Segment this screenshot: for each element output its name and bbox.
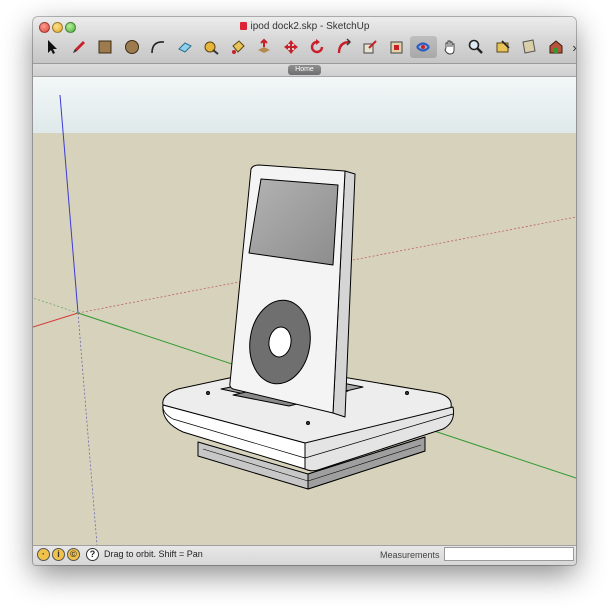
move-icon <box>283 40 298 54</box>
window-title-area: ipod dock2.skp - SketchUp <box>33 21 576 32</box>
push-pull-icon <box>258 38 271 53</box>
scene-tabs-bar: Home <box>33 64 576 77</box>
warehouse-icon <box>549 40 563 54</box>
model-canvas[interactable] <box>33 77 576 545</box>
screw <box>405 391 409 395</box>
follow-me-tool[interactable] <box>331 36 358 58</box>
paint-bucket-icon <box>231 40 245 54</box>
model-viewport[interactable] <box>33 77 576 545</box>
get-models-tool[interactable] <box>543 36 570 58</box>
geo-location-icon[interactable]: · <box>37 548 50 561</box>
scene-tab-home[interactable]: Home <box>288 65 321 75</box>
circle-icon <box>124 40 139 54</box>
screw <box>306 421 310 425</box>
status-bar: · i © ? Drag to orbit. Shift = Pan Measu… <box>33 545 576 565</box>
hand-icon <box>444 40 455 55</box>
tape-measure-tool[interactable] <box>198 36 225 58</box>
scale-tool[interactable] <box>357 36 384 58</box>
document-icon <box>239 22 247 30</box>
offset-tool[interactable] <box>384 36 411 58</box>
zoom-extents-tool[interactable] <box>490 36 517 58</box>
screw <box>206 391 210 395</box>
zoom-extents-icon <box>496 40 510 53</box>
copyright-icon[interactable]: © <box>67 548 80 561</box>
status-message: Drag to orbit. Shift = Pan <box>104 549 203 559</box>
sky <box>33 77 576 133</box>
rotate-tool[interactable] <box>304 36 331 58</box>
previous-view-tool[interactable] <box>516 36 543 58</box>
circle-tool[interactable] <box>119 36 146 58</box>
move-tool[interactable] <box>278 36 305 58</box>
rotate-icon <box>311 39 324 54</box>
help-icon[interactable]: ? <box>86 548 99 561</box>
select-tool[interactable] <box>39 36 66 58</box>
window-title: ipod dock2.skp - SketchUp <box>250 21 370 32</box>
zoom-tool[interactable] <box>463 36 490 58</box>
pan-tool[interactable] <box>437 36 464 58</box>
rectangle-icon <box>98 40 112 54</box>
magnifier-icon <box>468 39 484 54</box>
main-toolbar: » <box>39 35 576 59</box>
previous-view-icon <box>522 39 536 54</box>
arrow-icon <box>48 40 58 54</box>
measurements-field[interactable] <box>444 547 574 561</box>
ipod-screen <box>248 178 339 266</box>
offset-icon <box>390 41 403 54</box>
rectangle-tool[interactable] <box>92 36 119 58</box>
paint-bucket-tool[interactable] <box>225 36 252 58</box>
eraser-icon <box>177 42 192 53</box>
orbit-tool[interactable] <box>410 36 437 58</box>
toolbar-overflow-button[interactable]: » <box>569 40 576 55</box>
scale-icon <box>363 40 377 54</box>
push-pull-tool[interactable] <box>251 36 278 58</box>
sketchup-window: ipod dock2.skp - SketchUp » <box>33 17 576 565</box>
pencil-tool[interactable] <box>66 36 93 58</box>
orbit-icon <box>416 42 431 52</box>
arc-tool[interactable] <box>145 36 172 58</box>
follow-me-icon <box>337 38 351 54</box>
pencil-icon <box>72 41 85 53</box>
arc-icon <box>151 41 165 54</box>
credits-icon[interactable]: i <box>52 548 65 561</box>
tape-measure-icon <box>204 41 219 55</box>
eraser-tool[interactable] <box>172 36 199 58</box>
title-bar: ipod dock2.skp - SketchUp » <box>33 17 576 64</box>
measurements-label: Measurements <box>380 550 440 560</box>
